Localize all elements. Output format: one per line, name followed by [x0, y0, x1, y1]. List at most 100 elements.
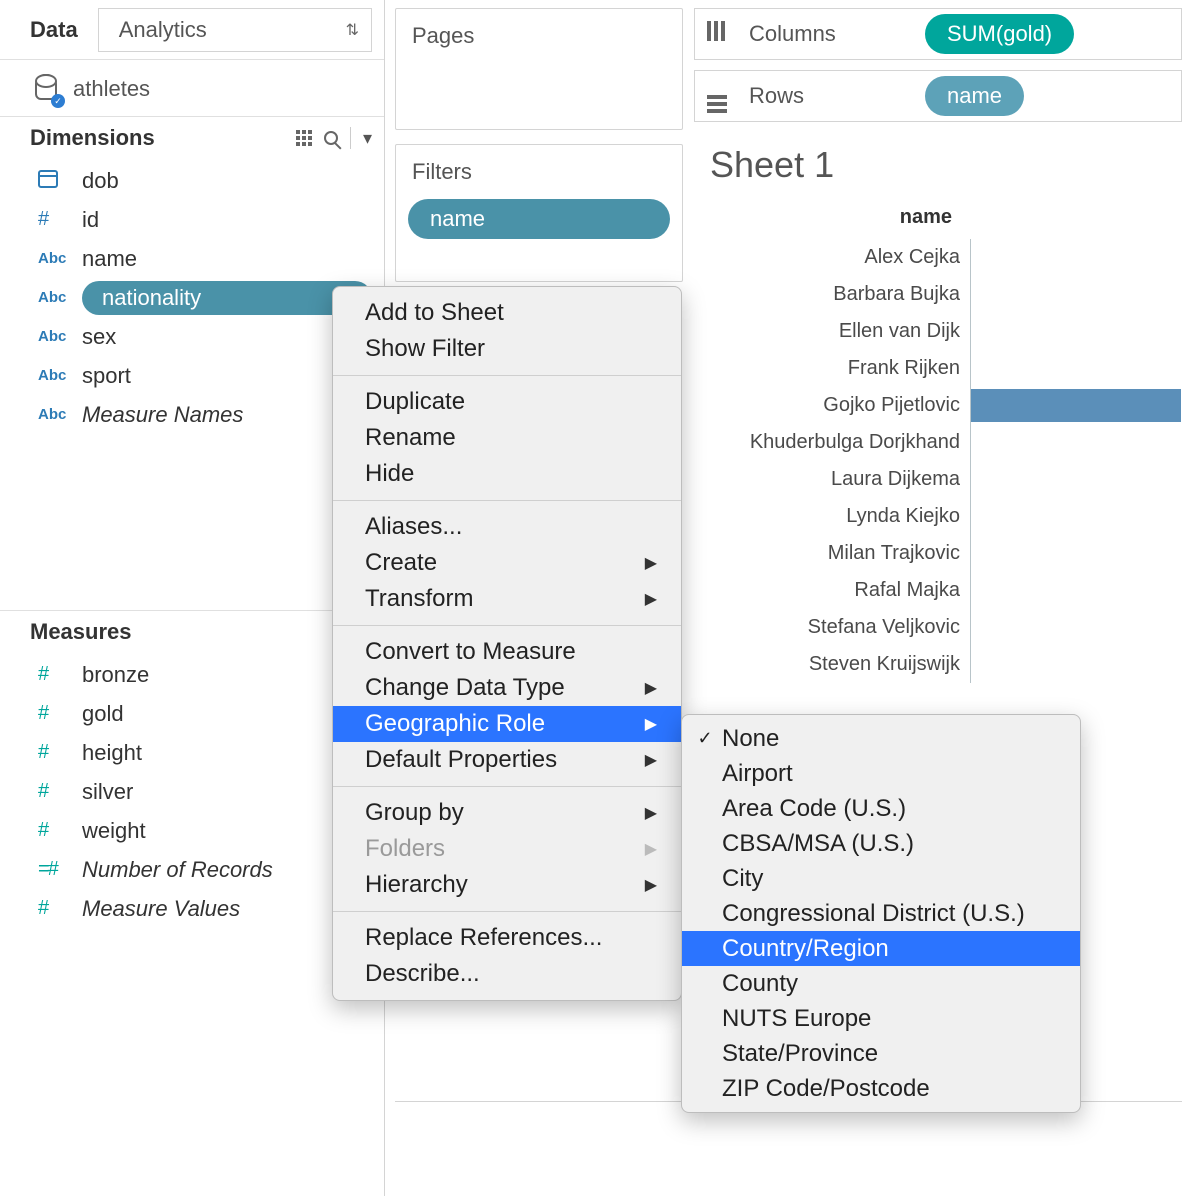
submenu-label: State/Province — [722, 1040, 878, 1068]
geo-role-none[interactable]: ✓None — [682, 721, 1080, 756]
geo-role-area-code-u-s[interactable]: Area Code (U.S.) — [682, 791, 1080, 826]
divider — [350, 127, 351, 149]
geo-role-zip-code-postcode[interactable]: ZIP Code/Postcode — [682, 1071, 1080, 1106]
table-row[interactable]: Alex Cejka — [710, 239, 1182, 276]
dimension-id[interactable]: #id — [0, 200, 384, 239]
menu-label: Convert to Measure — [365, 638, 576, 666]
table-row[interactable]: Steven Kruijswijk — [710, 646, 1182, 683]
measure-measure-values[interactable]: #Measure Values — [0, 889, 384, 928]
menu-item-convert-to-measure[interactable]: Convert to Measure — [333, 634, 681, 670]
row-label: Alex Cejka — [710, 246, 970, 269]
geo-role-country-region[interactable]: Country/Region — [682, 931, 1080, 966]
menu-item-show-filter[interactable]: Show Filter — [333, 331, 681, 367]
menu-item-transform[interactable]: Transform▶ — [333, 581, 681, 617]
measure-gold[interactable]: #gold — [0, 694, 384, 733]
menu-item-rename[interactable]: Rename — [333, 420, 681, 456]
menu-item-geographic-role[interactable]: Geographic Role▶ — [333, 706, 681, 742]
measures-label: Measures — [30, 619, 132, 645]
table-row[interactable]: Ellen van Dijk — [710, 313, 1182, 350]
submenu-label: CBSA/MSA (U.S.) — [722, 830, 914, 858]
dimension-dob[interactable]: dob — [0, 161, 384, 200]
geo-role-cbsa-msa-u-s[interactable]: CBSA/MSA (U.S.) — [682, 826, 1080, 861]
menu-item-describe[interactable]: Describe... — [333, 956, 681, 992]
measure-weight[interactable]: #weight — [0, 811, 384, 850]
rows-pill-name[interactable]: name — [925, 76, 1024, 116]
columns-shelf[interactable]: Columns SUM(gold) — [694, 8, 1182, 60]
row-label: Milan Trajkovic — [710, 542, 970, 565]
submenu-arrow-icon: ▶ — [645, 553, 657, 573]
filters-label: Filters — [396, 145, 682, 199]
menu-item-change-data-type[interactable]: Change Data Type▶ — [333, 670, 681, 706]
geo-role-county[interactable]: County — [682, 966, 1080, 1001]
filters-shelf[interactable]: Filters name — [395, 144, 683, 282]
measure-number-of-records[interactable]: =#Number of Records — [0, 850, 384, 889]
calendar-icon — [38, 170, 68, 192]
dropdown-caret-icon[interactable]: ▾ — [363, 128, 372, 149]
datasource-row[interactable]: ✓ athletes — [0, 60, 384, 116]
columns-label: Columns — [749, 21, 909, 47]
table-row[interactable]: Milan Trajkovic — [710, 535, 1182, 572]
tab-data[interactable]: Data — [0, 0, 98, 60]
table-row[interactable]: Rafal Majka — [710, 572, 1182, 609]
sheet-area: Sheet 1 name Alex CejkaBarbara BujkaElle… — [694, 132, 1182, 683]
menu-item-hierarchy[interactable]: Hierarchy▶ — [333, 867, 681, 903]
field-label: name — [82, 246, 137, 272]
rows-shelf[interactable]: Rows name — [694, 70, 1182, 122]
dimensions-label: Dimensions — [30, 125, 155, 151]
menu-item-create[interactable]: Create ▶ — [333, 545, 681, 581]
tab-analytics[interactable]: Analytics ⇅ — [98, 8, 372, 52]
submenu-label: County — [722, 970, 798, 998]
geographic-role-submenu: ✓NoneAirportArea Code (U.S.) CBSA/MSA (U.… — [681, 714, 1081, 1113]
menu-item-aliases[interactable]: Aliases... — [333, 509, 681, 545]
dimension-sex[interactable]: Abcsex — [0, 317, 384, 356]
dimensions-header: Dimensions ▾ — [0, 116, 384, 159]
columns-pill-sum-gold[interactable]: SUM(gold) — [925, 14, 1074, 54]
table-row[interactable]: Laura Dijkema — [710, 461, 1182, 498]
geo-role-state-province[interactable]: State/Province — [682, 1036, 1080, 1071]
dimension-nationality[interactable]: Abcnationality — [0, 278, 384, 317]
sheet-title[interactable]: Sheet 1 — [710, 144, 1182, 186]
search-icon[interactable] — [324, 131, 338, 145]
table-row[interactable]: Frank Rijken — [710, 350, 1182, 387]
row-label: Frank Rijken — [710, 357, 970, 380]
table-row[interactable]: Khuderbulga Dorjkhand — [710, 424, 1182, 461]
menu-item-duplicate[interactable]: Duplicate — [333, 384, 681, 420]
menu-label: Default Properties — [365, 746, 557, 774]
submenu-arrow-icon: ▶ — [645, 803, 657, 823]
measure-silver[interactable]: #silver — [0, 772, 384, 811]
dimension-name[interactable]: Abcname — [0, 239, 384, 278]
menu-label: Geographic Role — [365, 710, 545, 738]
table-row[interactable]: Gojko Pijetlovic — [710, 387, 1182, 424]
dimension-sport[interactable]: Abcsport — [0, 356, 384, 395]
table-row[interactable]: Barbara Bujka — [710, 276, 1182, 313]
hash-icon: # — [38, 208, 68, 231]
abc-icon: Abc — [38, 250, 68, 267]
submenu-arrow-icon: ▶ — [645, 875, 657, 895]
menu-label: Create — [365, 549, 437, 577]
measure-bronze[interactable]: #bronze — [0, 655, 384, 694]
geo-role-city[interactable]: City — [682, 861, 1080, 896]
row-label: Laura Dijkema — [710, 468, 970, 491]
geo-role-nuts-europe[interactable]: NUTS Europe — [682, 1001, 1080, 1036]
menu-item-default-properties[interactable]: Default Properties▶ — [333, 742, 681, 778]
abc-icon: Abc — [38, 289, 68, 306]
measure-height[interactable]: #height — [0, 733, 384, 772]
menu-item-add-to-sheet[interactable]: Add to Sheet — [333, 295, 681, 331]
dimension-measure-names[interactable]: AbcMeasure Names — [0, 395, 384, 434]
submenu-label: Country/Region — [722, 935, 889, 963]
filter-pill-name[interactable]: name — [408, 199, 670, 239]
table-row[interactable]: Lynda Kiejko — [710, 498, 1182, 535]
row-label: Stefana Veljkovic — [710, 616, 970, 639]
menu-item-hide[interactable]: Hide — [333, 456, 681, 492]
geo-role-airport[interactable]: Airport — [682, 756, 1080, 791]
field-label: Number of Records — [82, 857, 273, 883]
view-as-icon[interactable] — [296, 130, 312, 146]
menu-label: Add to Sheet — [365, 299, 504, 327]
pages-shelf[interactable]: Pages — [395, 8, 683, 130]
geo-role-congressional-district-u-s[interactable]: Congressional District (U.S.) — [682, 896, 1080, 931]
field-label: sex — [82, 324, 116, 350]
field-label: sport — [82, 363, 131, 389]
table-row[interactable]: Stefana Veljkovic — [710, 609, 1182, 646]
menu-item-group-by[interactable]: Group by▶ — [333, 795, 681, 831]
menu-item-replace-references[interactable]: Replace References... — [333, 920, 681, 956]
